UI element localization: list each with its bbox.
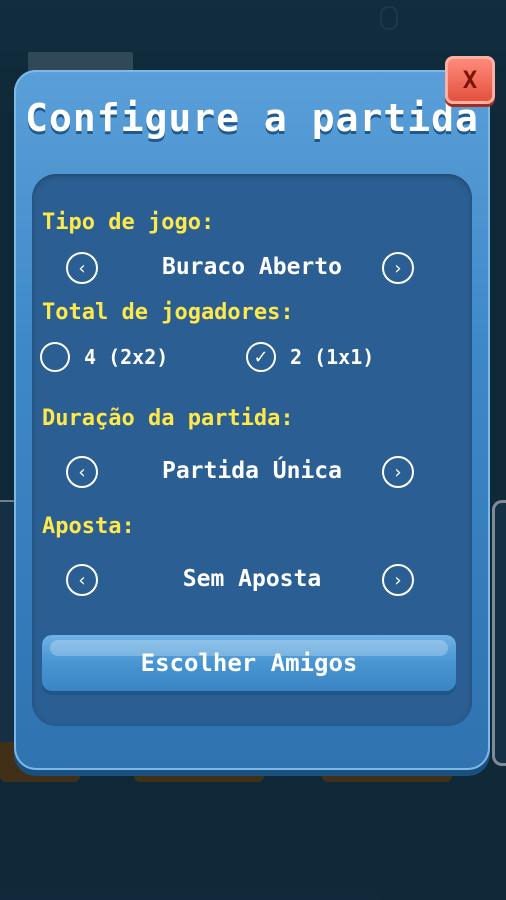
match-setup-dialog: Configure a partida X Tipo de jogo: ‹ Bu… xyxy=(14,56,495,770)
game-type-value: Buraco Aberto xyxy=(161,254,342,280)
bet-prev-button[interactable]: ‹ xyxy=(66,564,98,596)
bet-label: Aposta: xyxy=(42,514,135,539)
players-option-label: 2 (1x1) xyxy=(290,345,375,369)
players-option-label: 4 (2x2) xyxy=(84,345,169,369)
checkmark-icon: ✓ xyxy=(246,342,276,372)
duration-next-button[interactable]: › xyxy=(382,456,414,488)
chevron-right-icon: › xyxy=(394,257,402,279)
close-icon: X xyxy=(462,66,478,94)
game-type-prev-button[interactable]: ‹ xyxy=(66,252,98,284)
chevron-left-icon: ‹ xyxy=(78,257,86,279)
chevron-right-icon: › xyxy=(394,569,402,591)
chevron-left-icon: ‹ xyxy=(78,569,86,591)
settings-panel: Tipo de jogo: ‹ Buraco Aberto › Total de… xyxy=(32,174,472,726)
choose-friends-button[interactable]: Escolher Amigos xyxy=(42,635,456,691)
players-option-4[interactable]: 4 (2x2) xyxy=(40,342,168,372)
game-type-label: Tipo de jogo: xyxy=(42,210,215,235)
game-type-next-button[interactable]: › xyxy=(382,252,414,284)
chevron-left-icon: ‹ xyxy=(78,461,86,483)
duration-label: Duração da partida: xyxy=(42,406,294,431)
dialog-title: Configure a partida xyxy=(25,96,479,140)
radio-unchecked-icon xyxy=(40,342,70,372)
bet-value: Sem Aposta xyxy=(182,566,322,592)
bet-next-button[interactable]: › xyxy=(382,564,414,596)
duration-prev-button[interactable]: ‹ xyxy=(66,456,98,488)
players-label: Total de jogadores: xyxy=(42,300,294,325)
chevron-right-icon: › xyxy=(394,461,402,483)
players-option-2[interactable]: ✓ 2 (1x1) xyxy=(246,342,374,372)
choose-friends-label: Escolher Amigos xyxy=(140,649,358,677)
close-button[interactable]: X xyxy=(445,56,495,104)
duration-value: Partida Única xyxy=(161,458,342,484)
